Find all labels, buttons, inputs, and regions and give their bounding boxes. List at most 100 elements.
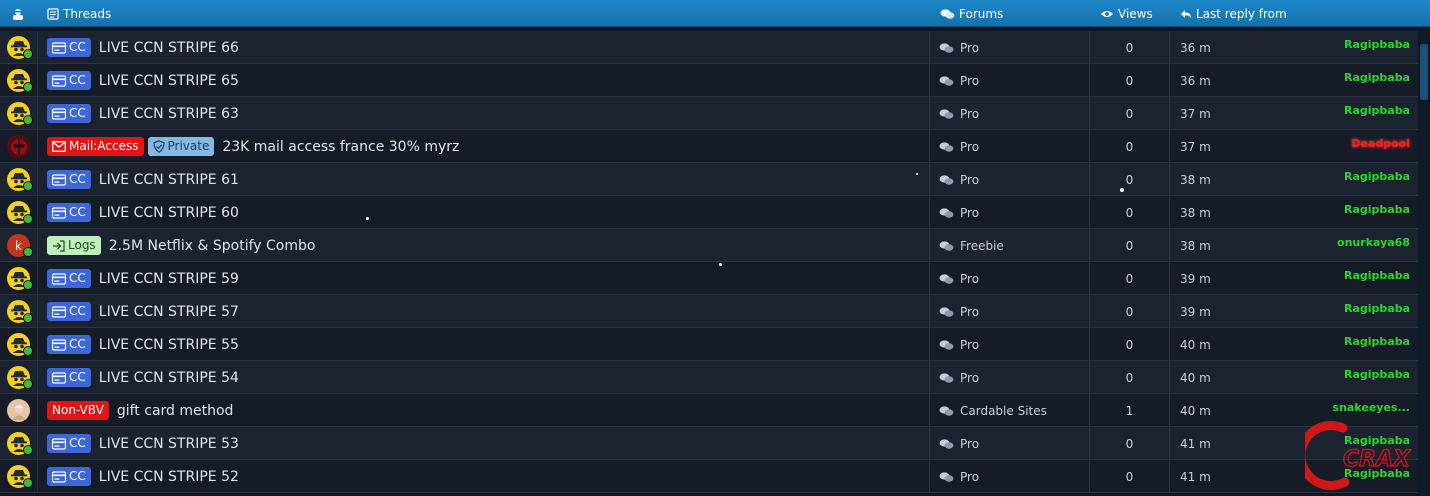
forum-link[interactable]: Pro (960, 74, 979, 88)
scrollbar-thumb[interactable] (1420, 44, 1428, 100)
avatar[interactable] (7, 399, 30, 422)
thread-title-link[interactable]: LIVE CCN STRIPE 53 (99, 436, 239, 452)
last-reply-time[interactable]: 41 m (1170, 460, 1230, 493)
table-row[interactable]: CC LIVE CCN STRIPE 55 Pro 0 40 m Ragipbaba (0, 328, 1418, 361)
table-row[interactable]: k Logs 2.5M Netflix & Spotify Combo Freebie… (0, 229, 1418, 262)
last-reply-time[interactable]: 40 m (1170, 328, 1230, 361)
forum-link[interactable]: Pro (960, 173, 979, 187)
thread-title-link[interactable]: LIVE CCN STRIPE 54 (99, 370, 239, 386)
last-reply-time[interactable]: 40 m (1170, 394, 1230, 427)
scrollbar-track[interactable] (1418, 31, 1430, 496)
forum-link[interactable]: Cardable Sites (960, 404, 1047, 418)
header-last-reply[interactable]: Last reply from (1180, 0, 1287, 27)
last-reply-time[interactable]: 36 m (1170, 64, 1230, 97)
prefix-badge-cc[interactable]: CC (47, 269, 91, 288)
thread-title-link[interactable]: 2.5M Netflix & Spotify Combo (109, 238, 316, 254)
thread-title-link[interactable]: LIVE CCN STRIPE 61 (99, 172, 239, 188)
last-reply-time[interactable]: 41 m (1170, 427, 1230, 460)
thread-title-link[interactable]: LIVE CCN STRIPE 57 (99, 304, 239, 320)
table-row[interactable]: CC LIVE CCN STRIPE 53 Pro 0 41 m Ragipbaba (0, 427, 1418, 460)
header-threads[interactable]: Threads (47, 0, 111, 27)
header-user-col[interactable] (12, 0, 24, 27)
prefix-badge-cc[interactable]: CC (47, 71, 91, 90)
table-row[interactable]: CC LIVE CCN STRIPE 52 Pro 0 41 m Ragipbaba (0, 460, 1418, 493)
last-reply-username[interactable]: Ragipbaba (1230, 64, 1410, 97)
thread-title-link[interactable]: LIVE CCN STRIPE 63 (99, 106, 239, 122)
prefix-badge-cc[interactable]: CC (47, 38, 91, 57)
prefix-badge-cc[interactable]: CC (47, 302, 91, 321)
last-reply-time[interactable]: 38 m (1170, 196, 1230, 229)
table-row[interactable]: CC LIVE CCN STRIPE 54 Pro 0 40 m Ragipbaba (0, 361, 1418, 394)
forum-link[interactable]: Pro (960, 371, 979, 385)
prefix-label: Logs (68, 238, 96, 252)
last-reply-time[interactable]: 39 m (1170, 262, 1230, 295)
table-row[interactable]: Mail:Access Private 23K mail access france… (0, 130, 1418, 163)
last-reply-time[interactable]: 40 m (1170, 361, 1230, 394)
last-reply-username[interactable]: Ragipbaba (1230, 328, 1410, 361)
table-row[interactable]: CC LIVE CCN STRIPE 66 Pro 0 36 m Ragipbaba (0, 31, 1418, 64)
last-reply-username[interactable]: onurkaya68 (1230, 229, 1410, 262)
last-reply-time[interactable]: 38 m (1170, 163, 1230, 196)
prefix-badge-logs[interactable]: Logs (47, 236, 101, 255)
last-reply-username[interactable]: Ragipbaba (1230, 262, 1410, 295)
last-reply-username[interactable]: Ragipbaba (1230, 163, 1410, 196)
last-reply-time[interactable]: 38 m (1170, 229, 1230, 262)
header-views[interactable]: Views (1100, 0, 1153, 27)
thread-title-link[interactable]: 23K mail access france 30% myrz (222, 139, 459, 155)
prefix-badge-cc[interactable]: CC (47, 434, 91, 453)
prefix-badge-mail[interactable]: Mail:Access (47, 137, 144, 156)
credit-card-icon (52, 305, 66, 318)
prefix-badge-cc[interactable]: CC (47, 203, 91, 222)
forum-cell: Pro (930, 460, 1090, 493)
prefix-badge-private[interactable]: Private (147, 137, 215, 156)
prefix-badge-cc[interactable]: CC (47, 170, 91, 189)
last-reply-time[interactable]: 36 m (1170, 31, 1230, 64)
table-row[interactable]: CC LIVE CCN STRIPE 57 Pro 0 39 m Ragipbaba (0, 295, 1418, 328)
forum-link[interactable]: Pro (960, 470, 979, 484)
last-reply-username[interactable]: Ragipbaba (1230, 361, 1410, 394)
thread-title-link[interactable]: LIVE CCN STRIPE 55 (99, 337, 239, 353)
chat-bubbles-icon (939, 306, 954, 317)
decorative-dot (366, 217, 369, 220)
prefix-badge-cc[interactable]: CC (47, 335, 91, 354)
thread-title-link[interactable]: LIVE CCN STRIPE 60 (99, 205, 239, 221)
forum-link[interactable]: Pro (960, 41, 979, 55)
table-row[interactable]: CC LIVE CCN STRIPE 59 Pro 0 39 m Ragipbaba (0, 262, 1418, 295)
thread-title-link[interactable]: LIVE CCN STRIPE 59 (99, 271, 239, 287)
last-reply-time[interactable]: 37 m (1170, 130, 1230, 163)
last-reply-username[interactable]: Ragipbaba (1230, 196, 1410, 229)
views-count: 0 (1090, 163, 1170, 196)
forum-link[interactable]: Pro (960, 206, 979, 220)
last-reply-time[interactable]: 39 m (1170, 295, 1230, 328)
views-count: 0 (1090, 262, 1170, 295)
prefix-badge-nonvbv[interactable]: Non-VBV (47, 401, 109, 420)
prefix-badge-cc[interactable]: CC (47, 104, 91, 123)
thread-title-link[interactable]: gift card method (117, 403, 234, 419)
table-row[interactable]: CC LIVE CCN STRIPE 60 Pro 0 38 m Ragipbaba (0, 196, 1418, 229)
thread-title-cell: CC LIVE CCN STRIPE 55 (38, 328, 930, 361)
table-row[interactable]: CC LIVE CCN STRIPE 63 Pro 0 37 m Ragipbaba (0, 97, 1418, 130)
table-row[interactable]: CC LIVE CCN STRIPE 65 Pro 0 36 m Ragipbaba (0, 64, 1418, 97)
thread-title-link[interactable]: LIVE CCN STRIPE 52 (99, 469, 239, 485)
forum-link[interactable]: Freebie (960, 239, 1004, 253)
header-forums[interactable]: Forums (940, 0, 1003, 27)
forum-link[interactable]: Pro (960, 338, 979, 352)
last-reply-username[interactable]: Ragipbaba (1230, 31, 1410, 64)
crax-watermark-logo: CRAX (1305, 421, 1412, 490)
last-reply-time[interactable]: 37 m (1170, 97, 1230, 130)
last-reply-username[interactable]: Deadpool (1230, 130, 1410, 163)
forum-link[interactable]: Pro (960, 107, 979, 121)
avatar[interactable] (7, 135, 30, 158)
forum-link[interactable]: Pro (960, 305, 979, 319)
forum-link[interactable]: Pro (960, 437, 979, 451)
thread-title-link[interactable]: LIVE CCN STRIPE 66 (99, 40, 239, 56)
thread-title-link[interactable]: LIVE CCN STRIPE 65 (99, 73, 239, 89)
prefix-badge-cc[interactable]: CC (47, 467, 91, 486)
last-reply-username[interactable]: Ragipbaba (1230, 295, 1410, 328)
prefix-badge-cc[interactable]: CC (47, 368, 91, 387)
last-reply-username[interactable]: Ragipbaba (1230, 97, 1410, 130)
table-row[interactable]: CC LIVE CCN STRIPE 61 Pro 0 38 m Ragipbaba (0, 163, 1418, 196)
table-row[interactable]: Non-VBV gift card method Cardable Sites 1 40… (0, 394, 1418, 427)
forum-link[interactable]: Pro (960, 140, 979, 154)
forum-link[interactable]: Pro (960, 272, 979, 286)
